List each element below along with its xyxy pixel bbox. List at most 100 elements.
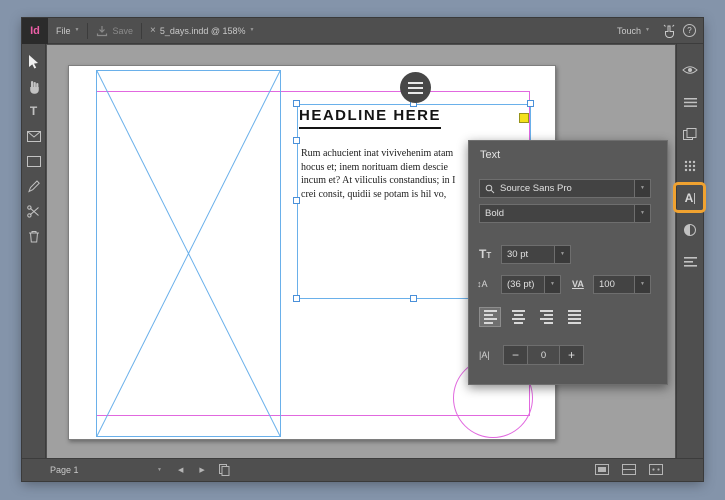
- page-label: Page 1: [50, 465, 79, 475]
- page-selector[interactable]: Page 1 ▼: [50, 465, 162, 475]
- chevron-down-icon: ▼: [560, 251, 565, 257]
- align-center-icon: [511, 310, 525, 324]
- pages-icon: [683, 128, 697, 140]
- pencil-tool[interactable]: [25, 177, 43, 195]
- screen-mode-preview-button[interactable]: [622, 463, 636, 477]
- help-glyph: ?: [687, 26, 692, 35]
- frame-handle-top-left[interactable]: [293, 100, 300, 107]
- dropdown-arrow[interactable]: ▼: [634, 205, 650, 222]
- dropdown-arrow[interactable]: ▼: [554, 246, 570, 263]
- font-style-dropdown[interactable]: Bold ▼: [479, 204, 651, 223]
- help-button[interactable]: ?: [683, 24, 696, 37]
- type-tool-glyph: T: [29, 104, 38, 118]
- app-window: Id File ▼ Save × 5_days.indd @ 158% ▼ To…: [22, 17, 706, 481]
- align-right-button[interactable]: [535, 307, 557, 327]
- tools-panel: T: [22, 44, 46, 458]
- close-icon[interactable]: ×: [150, 25, 156, 36]
- frame-handle-left-upper[interactable]: [293, 137, 300, 144]
- color-panel-button[interactable]: [680, 220, 700, 240]
- chevron-down-icon: ▼: [640, 185, 645, 191]
- headline-text[interactable]: HEADLINE HERE: [299, 107, 442, 129]
- next-page-button[interactable]: ▶: [199, 466, 204, 474]
- swatches-panel-button[interactable]: [680, 156, 700, 176]
- align-justify-icon: [567, 310, 581, 324]
- screen-mode-normal-button[interactable]: [595, 463, 609, 477]
- stepper-value[interactable]: 0: [527, 345, 560, 365]
- frame-options-button[interactable]: [400, 72, 431, 103]
- dropdown-arrow[interactable]: ▼: [634, 180, 650, 197]
- file-menu-label: File: [56, 25, 71, 36]
- image-frame-tool[interactable]: [25, 127, 43, 145]
- chevron-down-icon: ▼: [74, 27, 80, 33]
- touch-gesture-button[interactable]: [658, 18, 680, 43]
- pages-panel-button[interactable]: [680, 124, 700, 144]
- frame-handle-bottom-mid[interactable]: [410, 295, 417, 302]
- align-left-button[interactable]: [479, 307, 501, 327]
- live-corner-handle[interactable]: [519, 113, 529, 123]
- save-button[interactable]: Save: [88, 18, 141, 43]
- body-line: Rum achucient inat vivivehenim atam: [301, 148, 454, 159]
- shape-tool[interactable]: [25, 152, 43, 170]
- preview-panel-button[interactable]: [680, 60, 700, 80]
- body-line: crei consit, quidii se potam is hil vo,: [301, 188, 447, 200]
- tutorial-highlight: [673, 182, 706, 213]
- document-tab[interactable]: × 5_days.indd @ 158% ▼: [142, 18, 263, 43]
- frame-diagonals-icon: [97, 71, 280, 436]
- view-options-icon: [649, 463, 663, 475]
- trash-icon: [28, 230, 39, 242]
- color-circle-icon: [684, 224, 696, 236]
- menu-panel-button[interactable]: [680, 92, 700, 112]
- delete-tool[interactable]: [25, 227, 43, 245]
- panel-title: Text: [480, 149, 501, 161]
- selection-tool[interactable]: [25, 52, 43, 70]
- font-style-value: Bold: [485, 208, 505, 219]
- hamburger-menu-icon: [683, 97, 697, 107]
- font-size-icon: TT: [479, 247, 492, 261]
- font-search-icon: [485, 184, 495, 193]
- leading-dropdown[interactable]: (36 pt) ▼: [501, 275, 561, 294]
- chevron-down-icon: ▼: [645, 27, 650, 33]
- screen-mode-normal-icon: [595, 463, 609, 475]
- image-placeholder-frame[interactable]: [96, 70, 281, 437]
- frame-handle-bottom-left[interactable]: [293, 295, 300, 302]
- scissors-icon: [27, 204, 39, 218]
- text-panel: Text Source Sans Pro ▼ Bold ▼ TT 30 pt ▼…: [468, 140, 668, 385]
- spread-view-button[interactable]: [218, 464, 230, 476]
- stepper-plus-button[interactable]: +: [559, 345, 584, 365]
- font-size-dropdown[interactable]: 30 pt ▼: [501, 245, 571, 264]
- align-justify-button[interactable]: [563, 307, 585, 327]
- stepper-minus-button[interactable]: −: [503, 345, 528, 365]
- hand-icon: [29, 80, 39, 94]
- dropdown-arrow[interactable]: ▼: [544, 276, 560, 293]
- previous-page-button[interactable]: ◀: [178, 466, 183, 474]
- leading-value: (36 pt): [507, 279, 535, 290]
- chevron-down-icon: ▼: [640, 210, 645, 216]
- layers-panel-button[interactable]: [680, 252, 700, 272]
- panels-dock: A: [676, 44, 703, 458]
- font-size-value: 30 pt: [507, 249, 529, 260]
- font-family-dropdown[interactable]: Source Sans Pro ▼: [479, 179, 651, 198]
- pencil-icon: [27, 180, 40, 193]
- view-options-button[interactable]: [649, 463, 663, 477]
- dropdown-arrow[interactable]: ▼: [634, 276, 650, 293]
- tracking-value: 100: [599, 279, 615, 290]
- indesign-logo: Id: [22, 17, 48, 44]
- touch-workspace-menu[interactable]: Touch ▼: [609, 18, 658, 43]
- chevron-down-icon: ▼: [640, 281, 645, 287]
- status-bar: Page 1 ▼ ◀ ▶: [22, 458, 703, 481]
- align-center-button[interactable]: [507, 307, 529, 327]
- tracking-dropdown[interactable]: 100 ▼: [593, 275, 651, 294]
- view-mode-buttons: [595, 463, 663, 477]
- type-tool[interactable]: T: [25, 102, 43, 120]
- align-right-icon: [539, 310, 553, 324]
- frame-handle-left-mid[interactable]: [293, 197, 300, 204]
- body-line: incum et? At viliculis constandius; in I: [301, 175, 456, 186]
- scissors-tool[interactable]: [25, 202, 43, 220]
- hand-tool[interactable]: [25, 77, 43, 95]
- file-menu[interactable]: File ▼: [48, 18, 87, 43]
- frame-handle-top-right[interactable]: [527, 100, 534, 107]
- body-line: hocus et; inem norituam diem descie: [301, 161, 448, 173]
- body-text[interactable]: Rum achucient inat vivivehenim atam hocu…: [301, 147, 455, 201]
- chevron-down-icon: ▼: [157, 466, 162, 473]
- align-left-icon: [483, 310, 497, 324]
